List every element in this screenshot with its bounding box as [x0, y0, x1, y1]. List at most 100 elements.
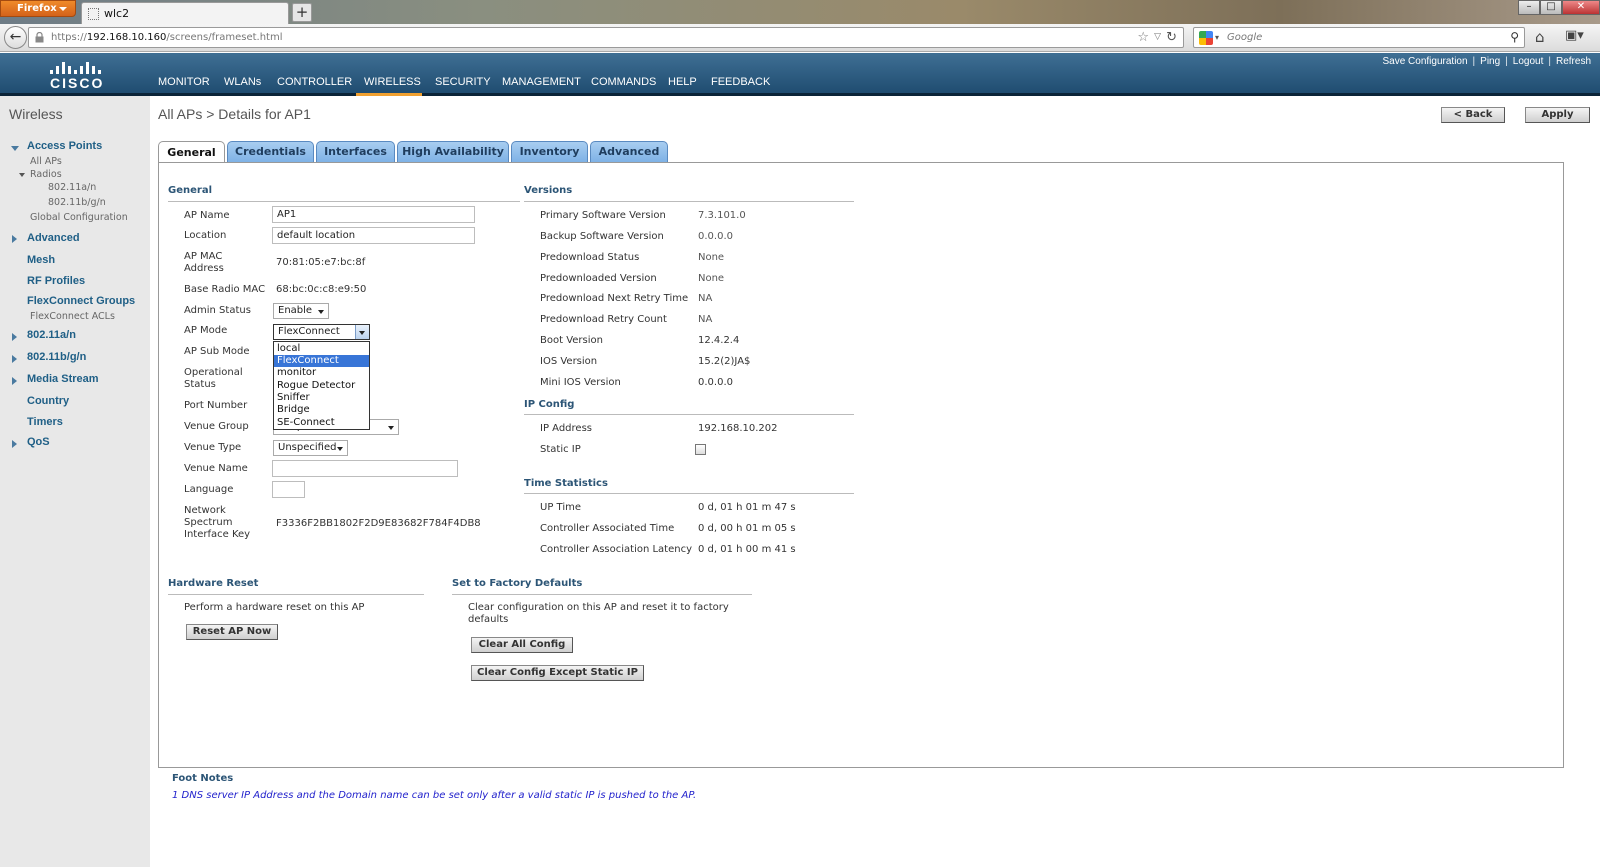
collapsed-arrow-icon[interactable] — [12, 377, 17, 385]
sidebar-item-radios[interactable]: Radios — [30, 169, 62, 180]
static-ip-checkbox[interactable] — [695, 444, 706, 455]
save-configuration-link[interactable]: Save Configuration — [1382, 56, 1467, 67]
language-label: Language — [184, 484, 234, 495]
menu-controller[interactable]: CONTROLLER — [277, 76, 352, 88]
clear-all-config-button[interactable]: Clear All Config — [471, 637, 573, 653]
menu-feedback[interactable]: FEEDBACK — [711, 76, 770, 88]
sidebar-item-flexconnect-acls[interactable]: FlexConnect ACLs — [30, 311, 115, 322]
tab-general[interactable]: General — [158, 141, 225, 163]
back-button[interactable]: < Back — [1441, 107, 1505, 123]
ap-mode-option-monitor[interactable]: monitor — [274, 367, 369, 379]
apply-button[interactable]: Apply — [1525, 107, 1590, 123]
page-title: All APs > Details for AP1 — [158, 106, 311, 122]
menu-wireless[interactable]: WIRELESS — [364, 76, 421, 88]
ping-link[interactable]: Ping — [1480, 56, 1500, 67]
ap-mode-option-se-connect[interactable]: SE-Connect — [274, 417, 369, 429]
logout-link[interactable]: Logout — [1513, 56, 1544, 67]
collapsed-arrow-icon[interactable] — [12, 235, 17, 243]
menu-management[interactable]: MANAGEMENT — [502, 76, 581, 88]
ap-mode-option-rogue-detector[interactable]: Rogue Detector — [274, 380, 369, 392]
bookmark-star-icon[interactable]: ☆ — [1137, 30, 1149, 45]
reload-icon[interactable]: ↻ — [1166, 30, 1177, 45]
menu-security[interactable]: SECURITY — [435, 76, 491, 88]
maximize-button[interactable]: □ — [1540, 0, 1562, 15]
language-input[interactable] — [272, 481, 305, 498]
sidebar-item-qos[interactable]: QoS — [27, 436, 50, 448]
ip-config-heading: IP Config — [524, 399, 575, 410]
search-icon[interactable]: ⚲ — [1510, 30, 1519, 44]
tab-inventory[interactable]: Inventory — [511, 141, 588, 162]
ap-name-input[interactable]: AP1 — [272, 206, 475, 223]
sidebar-item-80211bgn[interactable]: 802.11b/g/n — [27, 351, 86, 363]
operational-status-label-line2: Status — [184, 379, 216, 390]
venue-type-select[interactable]: Unspecified — [273, 440, 348, 456]
ap-mode-option-bridge[interactable]: Bridge — [274, 404, 369, 416]
menu-help[interactable]: HELP — [668, 76, 697, 88]
mini-ios-version-label: Mini IOS Version — [540, 377, 621, 388]
venue-name-input[interactable] — [272, 460, 458, 477]
clear-config-except-static-ip-button[interactable]: Clear Config Except Static IP — [471, 665, 644, 681]
url-history-dropdown-icon[interactable]: ▽ — [1154, 32, 1161, 42]
search-placeholder: Google — [1227, 32, 1263, 43]
menu-monitor[interactable]: MONITOR — [158, 76, 210, 88]
boot-version-label: Boot Version — [540, 335, 603, 346]
sidebar-item-advanced[interactable]: Advanced — [27, 232, 80, 244]
sidebar-item-global-config[interactable]: Global Configuration — [30, 212, 128, 223]
bookmarks-menu-icon[interactable]: ▣▾ — [1565, 28, 1584, 43]
sidebar-item-access-points[interactable]: Access Points — [27, 140, 102, 152]
sidebar-item-timers[interactable]: Timers — [27, 416, 63, 428]
venue-type-value: Unspecified — [278, 442, 337, 453]
base-radio-mac-label: Base Radio MAC — [184, 284, 266, 295]
sidebar-item-flexconnect-groups[interactable]: FlexConnect Groups — [27, 295, 135, 307]
menu-commands[interactable]: COMMANDS — [591, 76, 656, 88]
ap-mode-option-flexconnect[interactable]: FlexConnect — [274, 355, 369, 367]
predownload-retry-count-value: NA — [698, 314, 713, 325]
ap-mode-option-sniffer[interactable]: Sniffer — [274, 392, 369, 404]
tab-advanced[interactable]: Advanced — [590, 141, 668, 162]
home-icon[interactable]: ⌂ — [1535, 28, 1553, 46]
url-bar[interactable]: https://192.168.10.160/screens/frameset.… — [28, 27, 1184, 48]
admin-status-select[interactable]: Enable — [273, 303, 329, 319]
collapsed-arrow-icon[interactable] — [12, 333, 17, 341]
menu-wlans[interactable]: WLANs — [224, 76, 261, 88]
location-label: Location — [184, 230, 227, 241]
sidebar-item-radio-a[interactable]: 802.11a/n — [48, 182, 96, 193]
browser-back-button[interactable]: ← — [4, 26, 27, 49]
search-bar[interactable]: ▾ Google ⚲ — [1193, 27, 1525, 48]
tab-credentials[interactable]: Credentials — [227, 141, 314, 162]
new-tab-button[interactable]: + — [292, 3, 312, 22]
refresh-link[interactable]: Refresh — [1556, 56, 1591, 67]
venue-group-label: Venue Group — [184, 421, 249, 432]
sidebar-item-radio-b[interactable]: 802.11b/g/n — [48, 197, 106, 208]
tab-high-availability[interactable]: High Availability — [397, 141, 509, 162]
base-radio-mac-value: 68:bc:0c:c8:e9:50 — [276, 284, 367, 295]
browser-tab[interactable]: wlc2 — [81, 2, 289, 24]
search-engine-dropdown-icon[interactable]: ▾ — [1215, 33, 1219, 42]
up-time-value: 0 d, 01 h 01 m 47 s — [698, 502, 796, 513]
cisco-logo: CISCO — [44, 58, 106, 92]
ap-mac-label-line1: AP MAC — [184, 251, 223, 262]
ap-name-label: AP Name — [184, 210, 230, 221]
firefox-menu-button[interactable]: Firefox — [0, 0, 76, 17]
collapsed-arrow-icon[interactable] — [12, 440, 17, 448]
collapsed-arrow-icon[interactable] — [12, 355, 17, 363]
minimize-button[interactable]: – — [1518, 0, 1540, 15]
sidebar-item-rf-profiles[interactable]: RF Profiles — [27, 275, 85, 287]
static-ip-label: Static IP — [540, 444, 581, 455]
radios-expanded-arrow-icon[interactable] — [19, 173, 25, 177]
expanded-arrow-icon[interactable] — [11, 146, 19, 151]
sidebar-item-country[interactable]: Country — [27, 395, 69, 407]
foot-notes-heading: Foot Notes — [172, 773, 234, 784]
location-input[interactable]: default location — [272, 227, 475, 244]
close-window-button[interactable]: ✕ — [1562, 0, 1600, 15]
sidebar-item-80211an[interactable]: 802.11a/n — [27, 329, 76, 341]
tab-interfaces[interactable]: Interfaces — [316, 141, 395, 162]
sidebar-item-mesh[interactable]: Mesh — [27, 254, 55, 266]
ap-mode-select[interactable]: FlexConnect — [273, 324, 370, 340]
reset-ap-now-button[interactable]: Reset AP Now — [186, 624, 278, 640]
ap-mode-option-local[interactable]: local — [274, 343, 369, 355]
sidebar-item-all-aps[interactable]: All APs — [30, 156, 62, 167]
sidebar-item-media-stream[interactable]: Media Stream — [27, 373, 99, 385]
time-statistics-divider — [524, 493, 854, 494]
factory-defaults-description-line2: defaults — [468, 614, 509, 625]
